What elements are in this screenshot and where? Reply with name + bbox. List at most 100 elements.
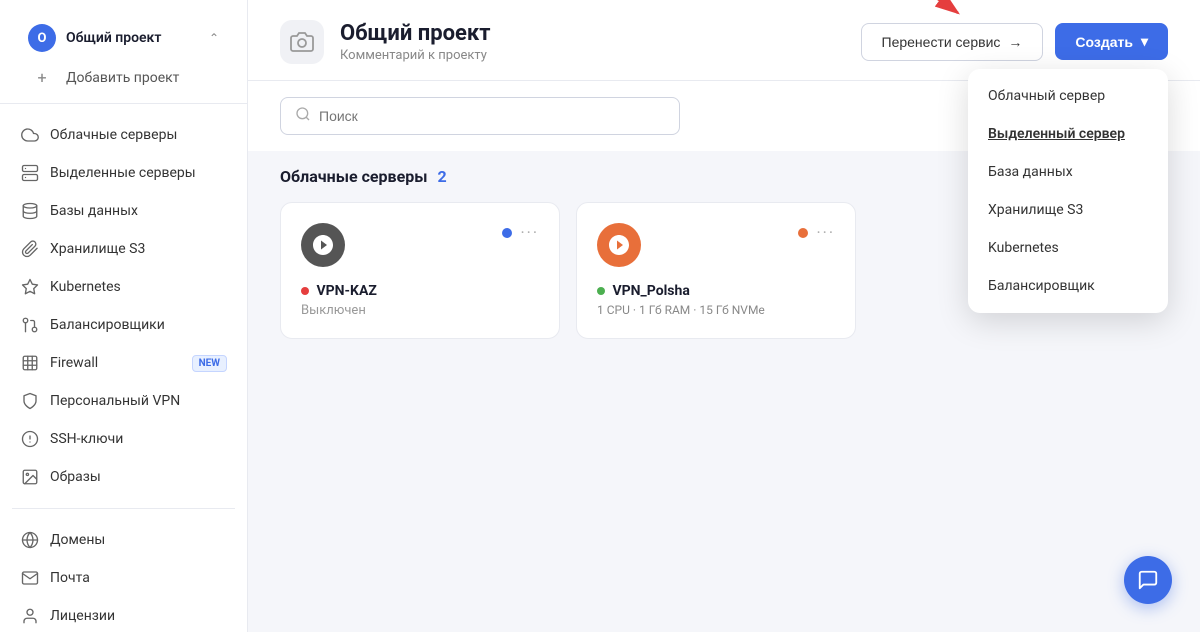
header-actions: Перенести сервис → Создать ▾ Облачный се… (861, 23, 1169, 61)
card-menu-button[interactable]: ··· (520, 223, 539, 242)
sidebar-item-mail[interactable]: Почта (8, 559, 239, 597)
dropdown-item-dedicated-server[interactable]: Выделенный сервер (968, 115, 1168, 153)
dropdown-item-label: Выделенный сервер (988, 126, 1125, 142)
server-avatar (597, 223, 641, 267)
sidebar-nav-group-1: Облачные серверы Выделенные серверы Базы… (0, 112, 247, 500)
project-title: Общий проект (340, 21, 491, 46)
sidebar-item-label: Домены (50, 532, 227, 548)
plus-icon: + (28, 68, 56, 87)
header-left: Общий проект Комментарий к проекту (280, 20, 491, 64)
project-name: Общий проект (66, 30, 199, 46)
server-card-vpn-polsha: ··· VPN_Polsha 1 CPU · 1 Гб RAM · 15 Гб … (576, 202, 856, 339)
search-inner (280, 97, 680, 135)
sidebar-divider (12, 508, 235, 509)
database-icon (20, 201, 40, 221)
main-header: Общий проект Комментарий к проекту Перен… (248, 0, 1200, 81)
search-icon (295, 106, 311, 126)
search-input[interactable] (319, 108, 665, 124)
status-dot (502, 228, 512, 238)
status-indicator (597, 287, 605, 295)
cloud-icon (20, 125, 40, 145)
card-top: ··· (301, 223, 539, 267)
sidebar-item-vpn[interactable]: Персональный VPN (8, 382, 239, 420)
dropdown-item-label: Kubernetes (988, 240, 1059, 256)
create-button-wrapper: Создать ▾ Облачный сервер Выделенный сер… (1055, 23, 1168, 61)
chat-button[interactable] (1124, 556, 1172, 604)
card-menu-button[interactable]: ··· (816, 223, 835, 242)
sidebar-item-label: Хранилище S3 (50, 241, 227, 257)
section-title: Облачные серверы (280, 167, 427, 186)
sidebar-item-dedicated-servers[interactable]: Выделенные серверы (8, 154, 239, 192)
globe-icon (20, 530, 40, 550)
create-label: Создать (1075, 34, 1133, 50)
create-button[interactable]: Создать ▾ (1055, 23, 1168, 60)
header-title-group: Общий проект Комментарий к проекту (340, 21, 491, 63)
chevron-up-icon: ⌃ (209, 31, 219, 45)
sidebar-item-firewall[interactable]: Firewall NEW (8, 344, 239, 382)
sidebar-item-label: Облачные серверы (50, 127, 227, 143)
server-avatar (301, 223, 345, 267)
sidebar-item-label: SSH-ключи (50, 431, 227, 447)
create-dropdown-menu: Облачный сервер Выделенный сервер База д… (968, 69, 1168, 313)
balancer-icon (20, 315, 40, 335)
sidebar: О Общий проект ⌃ + Добавить проект Облач… (0, 0, 248, 632)
server-name: VPN_Polsha (597, 283, 835, 299)
sidebar-item-label: Образы (50, 469, 227, 485)
sidebar-item-label: Балансировщики (50, 317, 227, 333)
dropdown-item-storage[interactable]: Хранилище S3 (968, 191, 1168, 229)
server-name: VPN-KAZ (301, 283, 539, 299)
dropdown-item-label: Облачный сервер (988, 88, 1105, 104)
add-project-item[interactable]: + Добавить проект (16, 60, 231, 95)
firewall-icon (20, 353, 40, 373)
transfer-label: Перенести сервис (882, 34, 1001, 50)
card-actions: ··· (502, 223, 539, 242)
server-card-vpn-kaz: ··· VPN-KAZ Выключен (280, 202, 560, 339)
status-dot (798, 228, 808, 238)
sidebar-item-label: Персональный VPN (50, 393, 227, 409)
image-icon (20, 467, 40, 487)
add-project-label: Добавить проект (66, 70, 179, 86)
dropdown-item-cloud-server[interactable]: Облачный сервер (968, 77, 1168, 115)
status-indicator (301, 287, 309, 295)
new-badge: NEW (192, 355, 227, 372)
ssh-icon (20, 429, 40, 449)
sidebar-top: О Общий проект ⌃ + Добавить проект (0, 0, 247, 104)
sidebar-item-kubernetes[interactable]: Kubernetes (8, 268, 239, 306)
dropdown-item-label: Балансировщик (988, 278, 1095, 294)
dropdown-item-label: Хранилище S3 (988, 202, 1083, 218)
sidebar-item-licenses[interactable]: Лицензии (8, 597, 239, 632)
sidebar-nav-group-2: Домены Почта Лицензии SSL-сертификаты (0, 517, 247, 632)
sidebar-item-databases[interactable]: Базы данных (8, 192, 239, 230)
project-subtitle: Комментарий к проекту (340, 48, 491, 63)
dropdown-item-label: База данных (988, 164, 1073, 180)
project-item[interactable]: О Общий проект ⌃ (16, 16, 231, 60)
main-content: Общий проект Комментарий к проекту Перен… (248, 0, 1200, 632)
dropdown-item-database[interactable]: База данных (968, 153, 1168, 191)
card-top: ··· (597, 223, 835, 267)
project-icon: О (28, 24, 56, 52)
transfer-button[interactable]: Перенести сервис → (861, 23, 1044, 61)
arrow-right-icon: → (1008, 34, 1022, 50)
server-status: Выключен (301, 303, 539, 318)
dropdown-item-balancer[interactable]: Балансировщик (968, 267, 1168, 305)
project-avatar (280, 20, 324, 64)
sidebar-item-label: Почта (50, 570, 227, 586)
sidebar-item-balancers[interactable]: Балансировщики (8, 306, 239, 344)
server-icon (20, 163, 40, 183)
sidebar-item-label: Базы данных (50, 203, 227, 219)
sidebar-item-domains[interactable]: Домены (8, 521, 239, 559)
sidebar-item-label: Выделенные серверы (50, 165, 227, 181)
sidebar-item-images[interactable]: Образы (8, 458, 239, 496)
sidebar-item-label: Firewall (50, 355, 182, 371)
license-icon (20, 606, 40, 626)
sidebar-item-label: Лицензии (50, 608, 227, 624)
dropdown-item-kubernetes[interactable]: Kubernetes (968, 229, 1168, 267)
mail-icon (20, 568, 40, 588)
section-count: 2 (437, 167, 446, 186)
sidebar-item-ssh[interactable]: SSH-ключи (8, 420, 239, 458)
sidebar-item-cloud-servers[interactable]: Облачные серверы (8, 116, 239, 154)
sidebar-item-label: Kubernetes (50, 279, 227, 295)
storage-icon (20, 239, 40, 259)
sidebar-item-storage[interactable]: Хранилище S3 (8, 230, 239, 268)
chevron-down-icon: ▾ (1141, 33, 1148, 50)
